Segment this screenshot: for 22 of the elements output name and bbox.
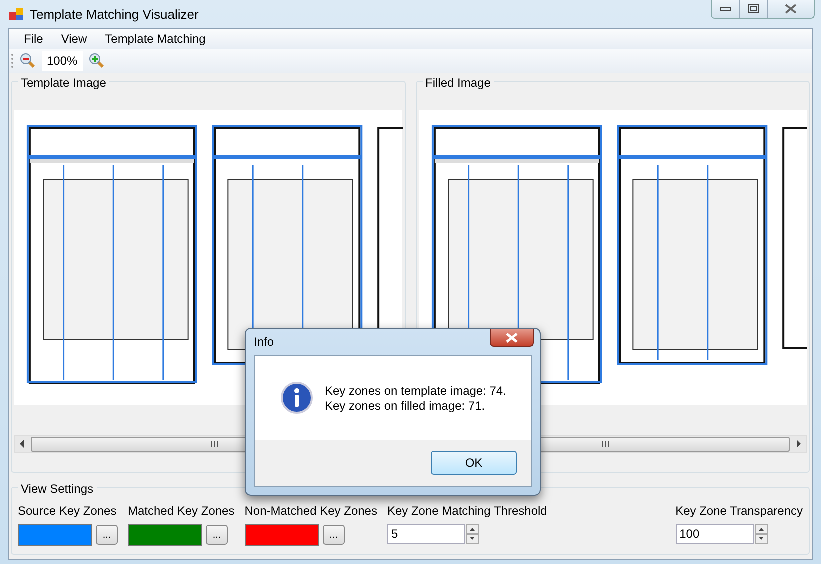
menu-item[interactable]: Template Matching (96, 32, 215, 46)
dialog-title: Info (254, 335, 274, 349)
menu-item[interactable]: File (15, 32, 52, 46)
panel-title: Filled Image (422, 76, 494, 90)
browse-button[interactable]: ... (96, 525, 118, 545)
message-text: Key zones on filled image: 71. (325, 398, 486, 412)
transparency-field[interactable]: 100 (676, 524, 754, 544)
browse-button[interactable]: ... (322, 525, 345, 545)
ok-button[interactable]: OK (431, 451, 517, 475)
window-title: Template Matching Visualizer (30, 6, 199, 22)
threshold-field[interactable]: 5 (387, 524, 466, 544)
panel-title: View Settings (18, 482, 96, 496)
message-text: Key zones on template image: 74. (325, 384, 506, 398)
menu-item[interactable]: View (52, 32, 96, 46)
setting-label: Matched Key Zones (128, 504, 235, 518)
setting-label: Key Zone Matching Threshold (387, 504, 548, 518)
zoom-level: 100% (42, 51, 83, 71)
browse-button[interactable]: ... (206, 525, 228, 545)
setting-label: Key Zone Transparency (676, 504, 803, 518)
setting-label: Non-Matched Key Zones (244, 504, 378, 518)
panel-title: Template Image (18, 76, 110, 90)
setting-label: Source Key Zones (18, 504, 118, 518)
